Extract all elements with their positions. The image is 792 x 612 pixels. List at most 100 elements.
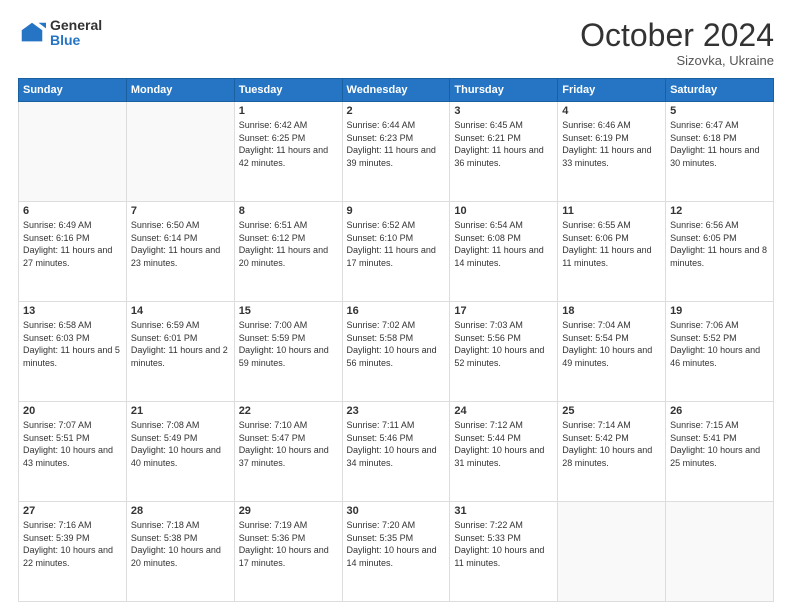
day-info: Sunrise: 7:16 AMSunset: 5:39 PMDaylight:…	[23, 519, 122, 569]
day-info: Sunrise: 7:19 AMSunset: 5:36 PMDaylight:…	[239, 519, 338, 569]
table-row: 14 Sunrise: 6:59 AMSunset: 6:01 PMDayligh…	[126, 302, 234, 402]
logo-icon	[18, 19, 46, 47]
table-row: 26Sunrise: 7:15 AMSunset: 5:41 PMDayligh…	[666, 402, 774, 502]
table-row: 25 Sunrise: 7:14 AMSunset: 5:42 PMDayligh…	[558, 402, 666, 502]
table-row: 12Sunrise: 6:56 AMSunset: 6:05 PMDayligh…	[666, 202, 774, 302]
week-row-5: 27 Sunrise: 7:16 AMSunset: 5:39 PMDayligh…	[19, 502, 774, 602]
day-info: Sunrise: 6:52 AMSunset: 6:10 PMDaylight:…	[347, 219, 446, 269]
logo-general: General	[50, 18, 102, 33]
page: General Blue October 2024 Sizovka, Ukrai…	[0, 0, 792, 612]
day-number: 11	[562, 205, 661, 217]
day-info: Sunrise: 6:51 AMSunset: 6:12 PMDaylight:…	[239, 219, 338, 269]
table-row: 16Sunrise: 7:02 AMSunset: 5:58 PMDayligh…	[342, 302, 450, 402]
table-row	[19, 102, 127, 202]
day-number: 17	[454, 305, 553, 317]
day-number: 13	[23, 305, 122, 317]
table-row: 1 Sunrise: 6:42 AMSunset: 6:25 PMDaylight…	[234, 102, 342, 202]
day-number: 5	[670, 105, 769, 117]
day-info: Sunrise: 7:11 AMSunset: 5:46 PMDaylight:…	[347, 419, 446, 469]
table-row: 24Sunrise: 7:12 AMSunset: 5:44 PMDayligh…	[450, 402, 558, 502]
col-thursday: Thursday	[450, 79, 558, 102]
table-row: 17Sunrise: 7:03 AMSunset: 5:56 PMDayligh…	[450, 302, 558, 402]
day-info: Sunrise: 6:55 AMSunset: 6:06 PMDaylight:…	[562, 219, 661, 269]
logo-blue: Blue	[50, 33, 102, 48]
day-info: Sunrise: 7:14 AMSunset: 5:42 PMDaylight:…	[562, 419, 661, 469]
day-number: 22	[239, 405, 338, 417]
day-info: Sunrise: 6:54 AMSunset: 6:08 PMDaylight:…	[454, 219, 553, 269]
day-info: Sunrise: 7:04 AMSunset: 5:54 PMDaylight:…	[562, 319, 661, 369]
day-number: 6	[23, 205, 122, 217]
table-row: 6 Sunrise: 6:49 AMSunset: 6:16 PMDaylight…	[19, 202, 127, 302]
table-row	[126, 102, 234, 202]
day-number: 20	[23, 405, 122, 417]
day-info: Sunrise: 6:47 AMSunset: 6:18 PMDaylight:…	[670, 119, 769, 169]
day-info: Sunrise: 7:12 AMSunset: 5:44 PMDaylight:…	[454, 419, 553, 469]
day-number: 21	[131, 405, 230, 417]
week-row-2: 6 Sunrise: 6:49 AMSunset: 6:16 PMDaylight…	[19, 202, 774, 302]
day-number: 2	[347, 105, 446, 117]
day-info: Sunrise: 7:22 AMSunset: 5:33 PMDaylight:…	[454, 519, 553, 569]
day-number: 7	[131, 205, 230, 217]
day-number: 1	[239, 105, 338, 117]
table-row: 22 Sunrise: 7:10 AMSunset: 5:47 PMDayligh…	[234, 402, 342, 502]
day-info: Sunrise: 7:20 AMSunset: 5:35 PMDaylight:…	[347, 519, 446, 569]
day-number: 14	[131, 305, 230, 317]
day-info: Sunrise: 6:59 AMSunset: 6:01 PMDaylight:…	[131, 319, 230, 369]
table-row: 5 Sunrise: 6:47 AMSunset: 6:18 PMDaylight…	[666, 102, 774, 202]
header: General Blue October 2024 Sizovka, Ukrai…	[18, 18, 774, 68]
table-row	[666, 502, 774, 602]
day-number: 27	[23, 505, 122, 517]
day-info: Sunrise: 6:42 AMSunset: 6:25 PMDaylight:…	[239, 119, 338, 169]
day-info: Sunrise: 6:49 AMSunset: 6:16 PMDaylight:…	[23, 219, 122, 269]
day-number: 8	[239, 205, 338, 217]
day-number: 28	[131, 505, 230, 517]
week-row-3: 13 Sunrise: 6:58 AMSunset: 6:03 PMDayligh…	[19, 302, 774, 402]
week-row-1: 1 Sunrise: 6:42 AMSunset: 6:25 PMDaylight…	[19, 102, 774, 202]
week-row-4: 20Sunrise: 7:07 AMSunset: 5:51 PMDayligh…	[19, 402, 774, 502]
day-number: 23	[347, 405, 446, 417]
table-row: 4 Sunrise: 6:46 AMSunset: 6:19 PMDaylight…	[558, 102, 666, 202]
day-info: Sunrise: 7:08 AMSunset: 5:49 PMDaylight:…	[131, 419, 230, 469]
day-info: Sunrise: 7:06 AMSunset: 5:52 PMDaylight:…	[670, 319, 769, 369]
table-row: 10 Sunrise: 6:54 AMSunset: 6:08 PMDayligh…	[450, 202, 558, 302]
day-number: 4	[562, 105, 661, 117]
day-number: 19	[670, 305, 769, 317]
title-block: October 2024 Sizovka, Ukraine	[580, 18, 774, 68]
table-row: 27 Sunrise: 7:16 AMSunset: 5:39 PMDayligh…	[19, 502, 127, 602]
day-info: Sunrise: 7:10 AMSunset: 5:47 PMDaylight:…	[239, 419, 338, 469]
table-row: 9Sunrise: 6:52 AMSunset: 6:10 PMDaylight…	[342, 202, 450, 302]
table-row: 31 Sunrise: 7:22 AMSunset: 5:33 PMDayligh…	[450, 502, 558, 602]
logo-text: General Blue	[50, 18, 102, 49]
month-title: October 2024	[580, 18, 774, 53]
day-info: Sunrise: 7:02 AMSunset: 5:58 PMDaylight:…	[347, 319, 446, 369]
table-row: 11 Sunrise: 6:55 AMSunset: 6:06 PMDayligh…	[558, 202, 666, 302]
day-info: Sunrise: 6:50 AMSunset: 6:14 PMDaylight:…	[131, 219, 230, 269]
header-row: Sunday Monday Tuesday Wednesday Thursday…	[19, 79, 774, 102]
table-row: 13 Sunrise: 6:58 AMSunset: 6:03 PMDayligh…	[19, 302, 127, 402]
location-subtitle: Sizovka, Ukraine	[580, 53, 774, 68]
day-number: 3	[454, 105, 553, 117]
calendar-table: Sunday Monday Tuesday Wednesday Thursday…	[18, 78, 774, 602]
table-row: 15Sunrise: 7:00 AMSunset: 5:59 PMDayligh…	[234, 302, 342, 402]
day-number: 26	[670, 405, 769, 417]
day-number: 25	[562, 405, 661, 417]
table-row: 18 Sunrise: 7:04 AMSunset: 5:54 PMDayligh…	[558, 302, 666, 402]
col-sunday: Sunday	[19, 79, 127, 102]
table-row: 20Sunrise: 7:07 AMSunset: 5:51 PMDayligh…	[19, 402, 127, 502]
table-row: 30Sunrise: 7:20 AMSunset: 5:35 PMDayligh…	[342, 502, 450, 602]
day-info: Sunrise: 6:44 AMSunset: 6:23 PMDaylight:…	[347, 119, 446, 169]
table-row: 29 Sunrise: 7:19 AMSunset: 5:36 PMDayligh…	[234, 502, 342, 602]
day-info: Sunrise: 6:58 AMSunset: 6:03 PMDaylight:…	[23, 319, 122, 369]
col-friday: Friday	[558, 79, 666, 102]
day-info: Sunrise: 7:18 AMSunset: 5:38 PMDaylight:…	[131, 519, 230, 569]
table-row: 7 Sunrise: 6:50 AMSunset: 6:14 PMDaylight…	[126, 202, 234, 302]
day-number: 12	[670, 205, 769, 217]
day-number: 29	[239, 505, 338, 517]
day-number: 10	[454, 205, 553, 217]
table-row	[558, 502, 666, 602]
day-number: 31	[454, 505, 553, 517]
day-number: 18	[562, 305, 661, 317]
col-tuesday: Tuesday	[234, 79, 342, 102]
day-info: Sunrise: 6:46 AMSunset: 6:19 PMDaylight:…	[562, 119, 661, 169]
table-row: 3Sunrise: 6:45 AMSunset: 6:21 PMDaylight…	[450, 102, 558, 202]
